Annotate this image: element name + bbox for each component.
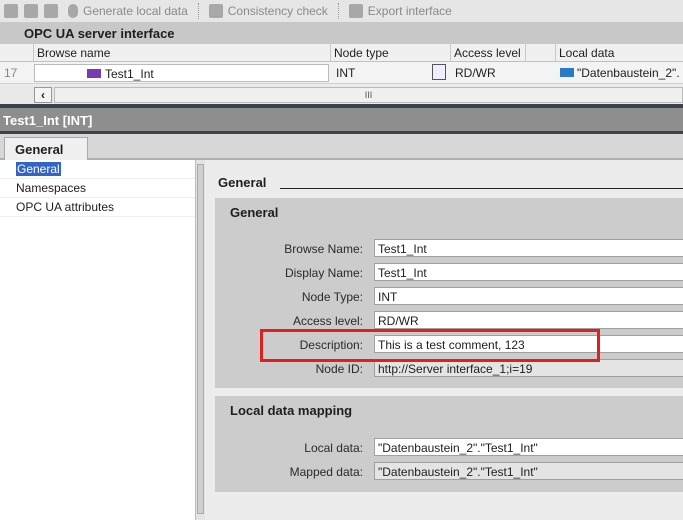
variable-tag-icon [87,69,101,78]
column-browse-name[interactable]: Browse name [33,44,330,62]
local-data-mapping-group: Local data mapping Local data: "Datenbau… [215,396,683,492]
list-picker-icon [432,64,446,80]
type-picker-button[interactable] [432,64,448,82]
access-level-field[interactable]: RD/WR [374,311,683,329]
database-icon [68,4,78,18]
browse-name-field[interactable]: Test1_Int [374,239,683,257]
highlight-box [260,329,600,362]
scroll-thumb[interactable] [197,164,204,514]
db-tag-icon [560,68,574,77]
field-label: Node ID: [315,362,363,376]
scroll-thumb[interactable]: III [54,87,683,103]
mapped-data-field: "Datenbaustein_2"."Test1_Int" [374,462,683,480]
list-icon[interactable] [44,4,58,18]
table-row[interactable]: 17 Test1_Int INT RD/WR "Datenbaustein_2"… [0,62,683,84]
general-group: General Browse Name: Test1_Int Display N… [215,198,683,388]
vertical-scrollbar[interactable] [195,160,205,520]
toolbar: Generate local data Consistency check Ex… [0,0,683,22]
browse-name-cell[interactable]: Test1_Int [34,64,329,82]
add-folder-icon[interactable] [24,4,38,18]
local-data-cell[interactable]: "Datenbaustein_2". [556,64,683,82]
field-label: Mapped data: [289,465,363,479]
column-local-data[interactable]: Local data [555,44,683,62]
field-label: Access level: [292,314,363,328]
checklist-icon [208,4,223,18]
display-name-field[interactable]: Test1_Int [374,263,683,281]
divider [337,3,339,19]
column-blank [525,44,555,62]
group-title: Local data mapping [230,403,353,418]
nav-item-general[interactable]: General [0,160,195,179]
nav-panel: General Namespaces OPC UA attributes [0,160,195,520]
nav-item-namespaces[interactable]: Namespaces [0,179,195,198]
divider [197,3,199,19]
tab-general[interactable]: General [4,137,88,160]
scroll-left-button[interactable]: ‹ [34,87,52,103]
add-node-icon[interactable] [4,4,18,18]
export-interface-button[interactable]: Export interface [345,1,456,21]
generate-local-data-button[interactable]: Generate local data [64,1,192,21]
inspector-title: Test1_Int [INT] [0,104,683,134]
divider [280,188,683,189]
access-level-cell[interactable]: RD/WR [451,64,525,82]
row-index: 17 [4,66,18,80]
panel-title: OPC UA server interface [0,22,683,44]
field-label: Browse Name: [284,242,363,256]
node-type-cell[interactable]: INT [332,64,432,82]
field-label: Display Name: [284,266,363,280]
nav-item-opc-ua-attributes[interactable]: OPC UA attributes [0,198,195,217]
horizontal-scrollbar[interactable]: ‹ III [0,86,683,104]
field-label: Node Type: [301,290,363,304]
column-access-level[interactable]: Access level [450,44,525,62]
section-title: General [218,175,267,190]
node-type-field[interactable]: INT [374,287,683,305]
export-icon [348,4,363,18]
tab-bar: General [0,134,683,160]
column-node-type[interactable]: Node type [330,44,450,62]
consistency-check-button[interactable]: Consistency check [205,1,332,21]
table-header: Browse name Node type Access level Local… [0,44,683,62]
local-data-field[interactable]: "Datenbaustein_2"."Test1_Int" [374,438,683,456]
properties-panel: General General Browse Name: Test1_Int D… [206,160,683,520]
field-label: Local data: [304,441,363,455]
group-title: General [230,205,279,220]
